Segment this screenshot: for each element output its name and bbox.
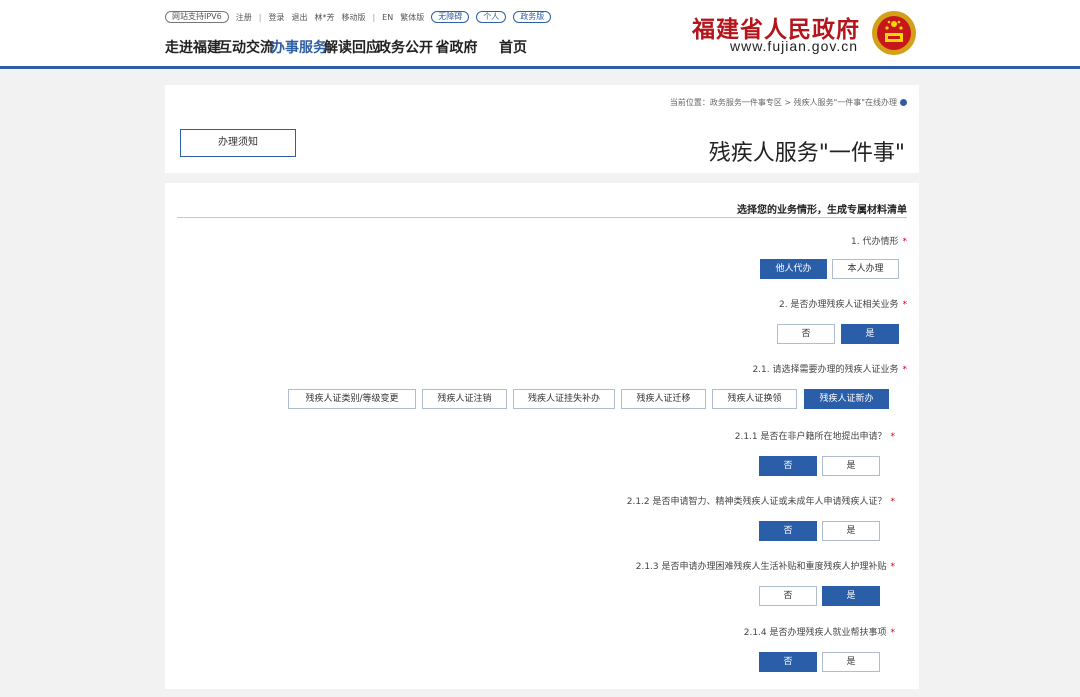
required-mark: * (890, 562, 896, 572)
divider: | (258, 12, 262, 22)
question-label: 2.1.2 是否申请智力、精神类残疾人证或未成年人申请残疾人证？ (626, 497, 887, 507)
page-title: 残疾人服务"一件事" (708, 141, 905, 166)
breadcrumb-text[interactable]: 当前位置：政务服务一件事专区 > 残疾人服务"一件事"在线办理 (670, 97, 897, 108)
required-mark: * (890, 432, 896, 442)
traditional-link[interactable]: 繁体版 (400, 12, 424, 23)
nav-item-open-affairs[interactable]: 政务公开 (377, 37, 433, 57)
register-link[interactable]: 注册 (236, 12, 252, 23)
english-link[interactable]: EN (382, 13, 393, 22)
ipv6-badge: 网站支持IPV6 (165, 11, 229, 23)
accessibility-button[interactable]: 无障碍 (431, 11, 470, 23)
nav-item-home[interactable]: 首页 (483, 37, 543, 57)
required-mark: * (902, 237, 908, 247)
option-cert-renew[interactable]: 残疾人证换领 (712, 389, 797, 409)
question-employment: 2.1.4 是否办理残疾人就业帮扶事项 * (744, 625, 895, 638)
section-title: 选择您的业务情形，生成专属材料清单 (737, 205, 907, 216)
question-label: 2.1.3 是否申请办理困难残疾人生活补贴和重度残疾人护理补贴 (635, 562, 887, 572)
guide-button[interactable]: 办理须知 (180, 129, 296, 157)
option-no[interactable]: 否 (759, 586, 817, 606)
nav-item-services[interactable]: 办事服务 (271, 37, 327, 57)
question-intellectual: 2.1.2 是否申请智力、精神类残疾人证或未成年人申请残疾人证？ * (627, 494, 895, 507)
question-label: 2. 是否办理残疾人证相关业务 (779, 300, 899, 310)
question-non-local: 2.1.1 是否在非户籍所在地提出申请？ * (735, 429, 895, 442)
option-yes[interactable]: 是 (822, 652, 880, 672)
option-cert-cancel[interactable]: 残疾人证注销 (422, 389, 507, 409)
title-panel: 当前位置：政务服务一件事专区 > 残疾人服务"一件事"在线办理 残疾人服务"一件… (165, 85, 919, 173)
option-no[interactable]: 否 (759, 456, 817, 476)
question-disability-cert: 2. 是否办理残疾人证相关业务 * (779, 297, 907, 310)
personal-button[interactable]: 个人 (476, 11, 507, 23)
option-agent-handle[interactable]: 他人代办 (760, 259, 827, 279)
option-yes[interactable]: 是 (822, 521, 880, 541)
option-no[interactable]: 否 (777, 324, 835, 344)
nav-item-about-fujian[interactable]: 走进福建 (165, 37, 221, 57)
site-brand-url: www.fujian.gov.cn (729, 38, 858, 54)
breadcrumb: 当前位置：政务服务一件事专区 > 残疾人服务"一件事"在线办理 (670, 97, 907, 108)
question-label: 1. 代办情形 (851, 237, 899, 247)
login-link[interactable]: 登录 (268, 12, 284, 23)
option-cert-transfer[interactable]: 残疾人证迁移 (621, 389, 706, 409)
question-subsidy: 2.1.3 是否申请办理困难残疾人生活补贴和重度残疾人护理补贴 * (636, 559, 895, 572)
option-yes[interactable]: 是 (822, 456, 880, 476)
section-divider (177, 217, 907, 218)
national-emblem-icon[interactable] (870, 9, 918, 57)
service-version-button[interactable]: 政务版 (513, 11, 552, 23)
location-icon (900, 99, 907, 106)
question-label: 2.1.4 是否办理残疾人就业帮扶事项 (743, 628, 887, 638)
option-cert-change[interactable]: 残疾人证类别/等级变更 (288, 389, 416, 409)
required-mark: * (902, 300, 908, 310)
option-self-handle[interactable]: 本人办理 (832, 259, 899, 279)
option-yes[interactable]: 是 (841, 324, 899, 344)
option-cert-reissue[interactable]: 残疾人证挂失补办 (513, 389, 615, 409)
site-header: 福建省人民政府 www.fujian.gov.cn 网站支持IPV6 注册 | … (0, 0, 1080, 69)
main-nav: 首页 省政府 政务公开 解读回应 办事服务 互动交流 走进福建 (165, 37, 543, 57)
form-panel: 选择您的业务情形，生成专属材料清单 1. 代办情形 * 本人办理 他人代办 2. … (165, 183, 919, 689)
question-label: 2.1. 请选择需要办理的残疾人证业务 (752, 365, 899, 375)
top-links-bar: 网站支持IPV6 注册 | 登录 退出 林*芳 移动版 | EN 繁体版 无障碍… (165, 10, 552, 24)
user-name[interactable]: 林*芳 (314, 12, 334, 23)
option-no[interactable]: 否 (759, 652, 817, 672)
required-mark: * (902, 365, 908, 375)
option-cert-new[interactable]: 残疾人证新办 (804, 389, 889, 409)
required-mark: * (890, 628, 896, 638)
logout-link[interactable]: 退出 (291, 12, 307, 23)
nav-item-government[interactable]: 省政府 (430, 37, 483, 57)
question-proxy: 1. 代办情形 * (851, 234, 907, 247)
divider: | (372, 12, 376, 22)
mobile-link[interactable]: 移动版 (341, 12, 365, 23)
question-label: 2.1.1 是否在非户籍所在地提出申请？ (734, 432, 887, 442)
question-cert-business: 2.1. 请选择需要办理的残疾人证业务 * (752, 362, 907, 375)
option-yes[interactable]: 是 (822, 586, 880, 606)
nav-item-interaction[interactable]: 互动交流 (218, 37, 274, 57)
required-mark: * (890, 497, 896, 507)
option-no[interactable]: 否 (759, 521, 817, 541)
nav-item-interpretation[interactable]: 解读回应 (324, 37, 380, 57)
